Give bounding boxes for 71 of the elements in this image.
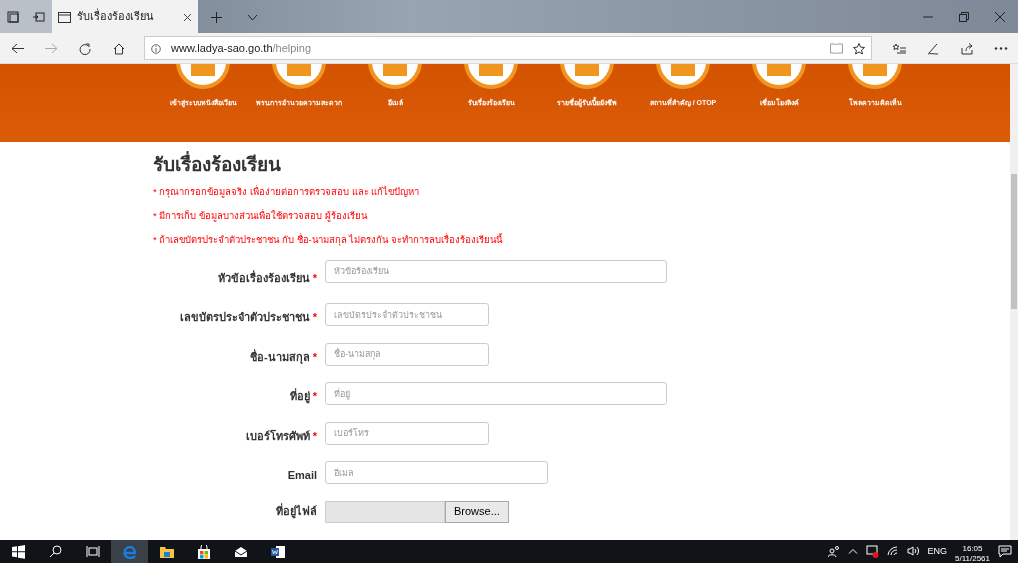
refresh-icon[interactable] <box>79 42 91 55</box>
home-icon[interactable] <box>113 42 125 55</box>
field-label: เลขบัตรประจำตัวประชาชน <box>179 311 310 323</box>
emblem-icon[interactable] <box>559 64 615 90</box>
star-icon[interactable] <box>853 42 865 55</box>
required-mark: * <box>312 390 317 402</box>
clock-date[interactable]: 5/11/2561 <box>955 554 990 563</box>
input-field[interactable]: เบอร์โทร <box>325 421 489 445</box>
store-icon[interactable] <box>196 545 211 560</box>
tab-list-icon[interactable] <box>7 11 19 24</box>
scrollbar[interactable] <box>1010 64 1018 540</box>
mail-icon[interactable] <box>233 545 248 560</box>
task-view-icon[interactable] <box>85 545 100 560</box>
address-bar[interactable]: www.ladya-sao.go.th/helping <box>144 36 872 60</box>
chevron-down-icon[interactable] <box>246 13 258 21</box>
note-text: * มีการเก็บ ข้อมูลบางส่วนเพื่อใช้ตรวจสอบ ผู้ร้องเรียน <box>153 209 369 224</box>
close-icon[interactable] <box>995 12 1005 23</box>
notification-icon[interactable] <box>998 544 1012 558</box>
clock-time[interactable]: 16:05 <box>962 544 983 554</box>
share-icon[interactable] <box>961 42 973 55</box>
back-icon[interactable] <box>10 43 24 55</box>
restore-icon[interactable] <box>959 12 969 23</box>
wifi-icon[interactable] <box>887 546 900 557</box>
network-warning-icon[interactable] <box>866 544 880 558</box>
field-label: ที่อยู่ <box>289 390 310 402</box>
browser-tab[interactable]: รับเรื่องร้องเรียน <box>52 0 198 33</box>
file-path-field[interactable] <box>325 500 445 523</box>
input-field[interactable]: ที่อยู่ <box>325 382 667 405</box>
field-label: ชื่อ-นามสกุล <box>250 350 310 363</box>
close-icon[interactable] <box>183 12 192 22</box>
folder-icon[interactable] <box>159 545 174 560</box>
chevron-up-icon[interactable] <box>848 548 859 555</box>
emblem-icon[interactable] <box>463 64 519 90</box>
plus-icon[interactable] <box>210 11 222 23</box>
scrollbar-thumb[interactable] <box>1011 174 1017 309</box>
search-icon[interactable] <box>48 545 63 560</box>
required-mark: * <box>312 271 317 284</box>
people-icon[interactable] <box>828 545 841 558</box>
required-mark: * <box>312 429 317 442</box>
url-text: www.ladya-sao.go.th/helping <box>171 40 313 56</box>
volume-icon[interactable] <box>907 546 920 557</box>
more-icon[interactable] <box>994 47 1008 51</box>
field-label: เบอร์โทรศัพท์ <box>245 429 310 442</box>
page-title: รับเรื่องร้องเรียน <box>153 153 282 177</box>
emblem-icon[interactable] <box>271 64 327 90</box>
field-label: ที่อยู่ไฟล์ <box>276 504 317 517</box>
reading-view-icon[interactable] <box>830 43 843 55</box>
input-field[interactable]: หัวข้อร้องเรียน <box>325 259 667 283</box>
note-text: * กรุณากรอกข้อมูลจริง เพื่อง่ายต่อการตรวจสอบ และ แก้ไขปัญหา <box>153 184 421 199</box>
emblem-icon[interactable] <box>655 64 711 90</box>
input-field[interactable]: ชื่อ-นามสกุล <box>325 342 489 366</box>
info-icon <box>151 43 161 54</box>
required-mark: * <box>312 350 317 363</box>
browse-button[interactable]: Browse... <box>445 500 509 523</box>
required-mark: * <box>312 311 317 323</box>
field-label: Email <box>287 469 317 481</box>
input-field[interactable]: อีเมล <box>325 461 548 484</box>
tab-preview-icon[interactable] <box>33 12 45 23</box>
document-app-icon[interactable] <box>270 545 285 560</box>
emblem-icon[interactable] <box>751 64 807 90</box>
note-text: * ถ้าเลขบัตรประจำตัวประชาชน กับ ชื่อ-นามสกุล ไม่ตรงกัน จะทำการลบเรื่องร้องเรียนนี้ <box>153 233 504 248</box>
windows-icon[interactable] <box>11 545 26 560</box>
emblem-icon[interactable] <box>367 64 423 90</box>
emblem-icon[interactable] <box>175 64 231 90</box>
input-field[interactable]: เลขบัตรประจำตัวประชาชน <box>325 303 489 326</box>
language-indicator[interactable]: ENG <box>927 544 947 559</box>
browser-icon[interactable] <box>122 545 137 560</box>
page-icon <box>58 11 71 23</box>
emblem-icon[interactable] <box>847 64 903 90</box>
field-label: หัวข้อเรื่องร้องเรียน <box>217 271 310 284</box>
favorites-icon[interactable] <box>892 43 906 55</box>
